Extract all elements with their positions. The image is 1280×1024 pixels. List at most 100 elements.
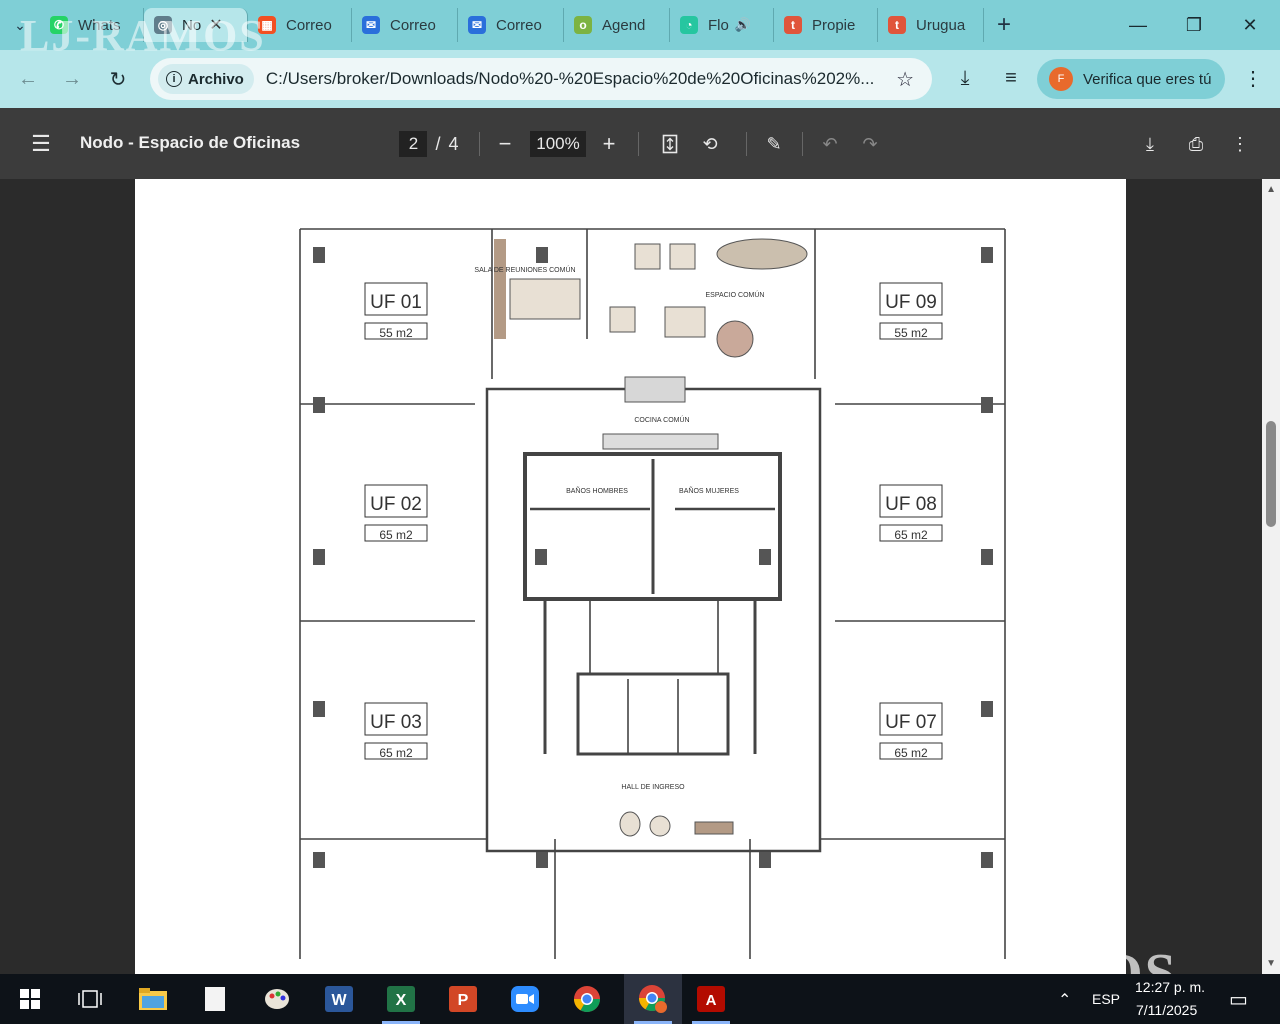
tab-favicon-icon: ◔ [680, 16, 698, 34]
pdf-toolbar: ☰ Nodo - Espacio de Oficinas 2 / 4 − 100… [0, 108, 1280, 179]
bookmark-star-icon[interactable]: ☆ [896, 67, 914, 92]
fit-page-icon[interactable] [658, 130, 682, 158]
tab-label: Urugua [916, 16, 966, 34]
common-area-label: ESPACIO COMÚN [706, 290, 765, 299]
profile-button[interactable]: F Verifica que eres tú [1037, 59, 1225, 99]
print-icon[interactable]: ⎙ [1182, 130, 1210, 158]
word-icon[interactable]: W [314, 974, 364, 1024]
info-icon: i [166, 71, 182, 87]
url-text[interactable]: C:/Users/broker/Downloads/Nodo%20-%20Esp… [266, 69, 886, 89]
tab-label: Agend [602, 16, 646, 34]
watermark-logo: LJ-RAMOS [20, 11, 266, 60]
unit-area: 65 m2 [894, 746, 928, 760]
svg-text:W: W [331, 992, 347, 1009]
tab-label: Correo [286, 16, 332, 34]
paint-icon[interactable] [252, 974, 302, 1024]
new-tab-button[interactable]: + [984, 11, 1024, 39]
meeting-room-label: SALA DE REUNIONES COMÚN [474, 265, 575, 274]
forward-icon[interactable]: → [50, 57, 94, 101]
browser-tab[interactable]: o Agend [564, 8, 670, 42]
acrobat-icon[interactable]: A [686, 974, 736, 1024]
tab-favicon-icon: t [784, 16, 802, 34]
tab-label: Flo [708, 16, 729, 34]
scroll-down-icon[interactable]: ▼ [1266, 958, 1276, 969]
profile-label: Verifica que eres tú [1083, 70, 1212, 88]
unit-area: 65 m2 [379, 746, 413, 760]
tab-favicon-icon: ✉ [362, 16, 380, 34]
site-info-chip[interactable]: i Archivo [158, 64, 254, 94]
tab-label: Propie [812, 16, 856, 34]
tray-chevron-icon[interactable]: ⌃ [1058, 990, 1071, 1010]
unit-name: UF 08 [885, 494, 937, 515]
browser-menu-icon[interactable]: ⋮ [1235, 58, 1271, 98]
scroll-up-icon[interactable]: ▲ [1266, 184, 1276, 195]
unit-name: UF 02 [370, 494, 422, 515]
address-bar[interactable]: i Archivo C:/Users/broker/Downloads/Nodo… [150, 58, 932, 100]
undo-icon[interactable]: ↶ [818, 130, 842, 158]
tab-favicon-icon: t [888, 16, 906, 34]
windows-start-icon[interactable] [5, 974, 55, 1024]
browser-tab[interactable]: ✉ Correo [458, 8, 564, 42]
clock-date[interactable]: 7/11/2025 [1136, 1002, 1197, 1018]
zoom-out-icon[interactable]: − [494, 130, 516, 158]
browser-tab[interactable]: ◔ Flo 🔊 [670, 8, 774, 42]
pdf-sidebar-menu-icon[interactable]: ☰ [28, 130, 54, 158]
page-number-input[interactable]: 2 [399, 131, 428, 157]
clock-time[interactable]: 12:27 p. m. [1135, 979, 1205, 995]
reload-icon[interactable]: ↻ [96, 57, 140, 101]
back-icon[interactable]: ← [6, 57, 50, 101]
men-restroom-label: BAÑOS HOMBRES [566, 486, 628, 495]
svg-text:A: A [706, 992, 717, 1009]
unit-area: 65 m2 [894, 528, 928, 542]
file-explorer-icon[interactable] [128, 974, 178, 1024]
redo-icon[interactable]: ↷ [858, 130, 882, 158]
unit-name: UF 03 [370, 712, 422, 733]
hall-label: HALL DE INGRESO [621, 784, 685, 791]
powerpoint-icon[interactable]: P [438, 974, 488, 1024]
zoom-input[interactable]: 100% [530, 131, 586, 157]
page-separator: / [435, 133, 441, 154]
downloads-icon[interactable]: ⤓ [947, 58, 983, 98]
tab-label: Correo [390, 16, 436, 34]
chrome-icon[interactable] [562, 974, 612, 1024]
notifications-icon[interactable]: ▭ [1229, 987, 1248, 1012]
svg-text:X: X [396, 992, 407, 1009]
rotate-icon[interactable]: ⟲ [698, 130, 722, 158]
scrollbar[interactable] [1262, 179, 1280, 974]
kitchen-label: COCINA COMÚN [634, 415, 689, 424]
site-info-label: Archivo [188, 70, 244, 88]
pdf-viewer[interactable]: UF 01 55 m2 UF 02 65 m2 UF 03 65 m2 UF 0… [0, 179, 1280, 974]
close-window-icon[interactable]: ✕ [1222, 0, 1278, 50]
chrome-profile-icon[interactable] [624, 974, 682, 1024]
zoom-app-icon[interactable] [500, 974, 550, 1024]
pdf-download-icon[interactable]: ⤓ [1138, 130, 1162, 158]
zoom-in-icon[interactable]: + [598, 130, 620, 158]
unit-name: UF 07 [885, 712, 937, 733]
browser-tab[interactable]: t Urugua [878, 8, 984, 42]
pdf-title: Nodo - Espacio de Oficinas [80, 133, 301, 152]
svg-text:P: P [458, 992, 469, 1009]
floor-plan: UF 01 55 m2 UF 02 65 m2 UF 03 65 m2 UF 0… [299, 228, 1006, 959]
restore-icon[interactable]: ❐ [1166, 0, 1222, 50]
scroll-thumb[interactable] [1266, 421, 1276, 527]
language-indicator[interactable]: ESP [1092, 991, 1120, 1007]
unit-name: UF 09 [885, 292, 937, 313]
page-indicator: 2 / 4 [389, 130, 469, 158]
pdf-more-icon[interactable]: ⋮ [1230, 130, 1250, 158]
media-controls-icon[interactable]: ≡ [993, 58, 1029, 98]
avatar: F [1049, 67, 1073, 91]
pdf-page: UF 01 55 m2 UF 02 65 m2 UF 03 65 m2 UF 0… [135, 179, 1126, 974]
draw-annotate-icon[interactable]: ✎ [762, 130, 786, 158]
browser-tab[interactable]: t Propie [774, 8, 878, 42]
zoom-level[interactable]: 100% [530, 130, 586, 158]
notepad-icon[interactable] [190, 974, 240, 1024]
excel-icon[interactable]: X [376, 974, 426, 1024]
tab-favicon-icon: o [574, 16, 592, 34]
tab-audio-icon[interactable]: 🔊 [735, 17, 751, 33]
tab-label: Correo [496, 16, 542, 34]
browser-tab[interactable]: ✉ Correo [352, 8, 458, 42]
minimize-icon[interactable]: — [1110, 0, 1166, 50]
women-restroom-label: BAÑOS MUJERES [679, 486, 739, 495]
unit-name: UF 01 [370, 292, 422, 313]
task-view-icon[interactable] [65, 974, 115, 1024]
